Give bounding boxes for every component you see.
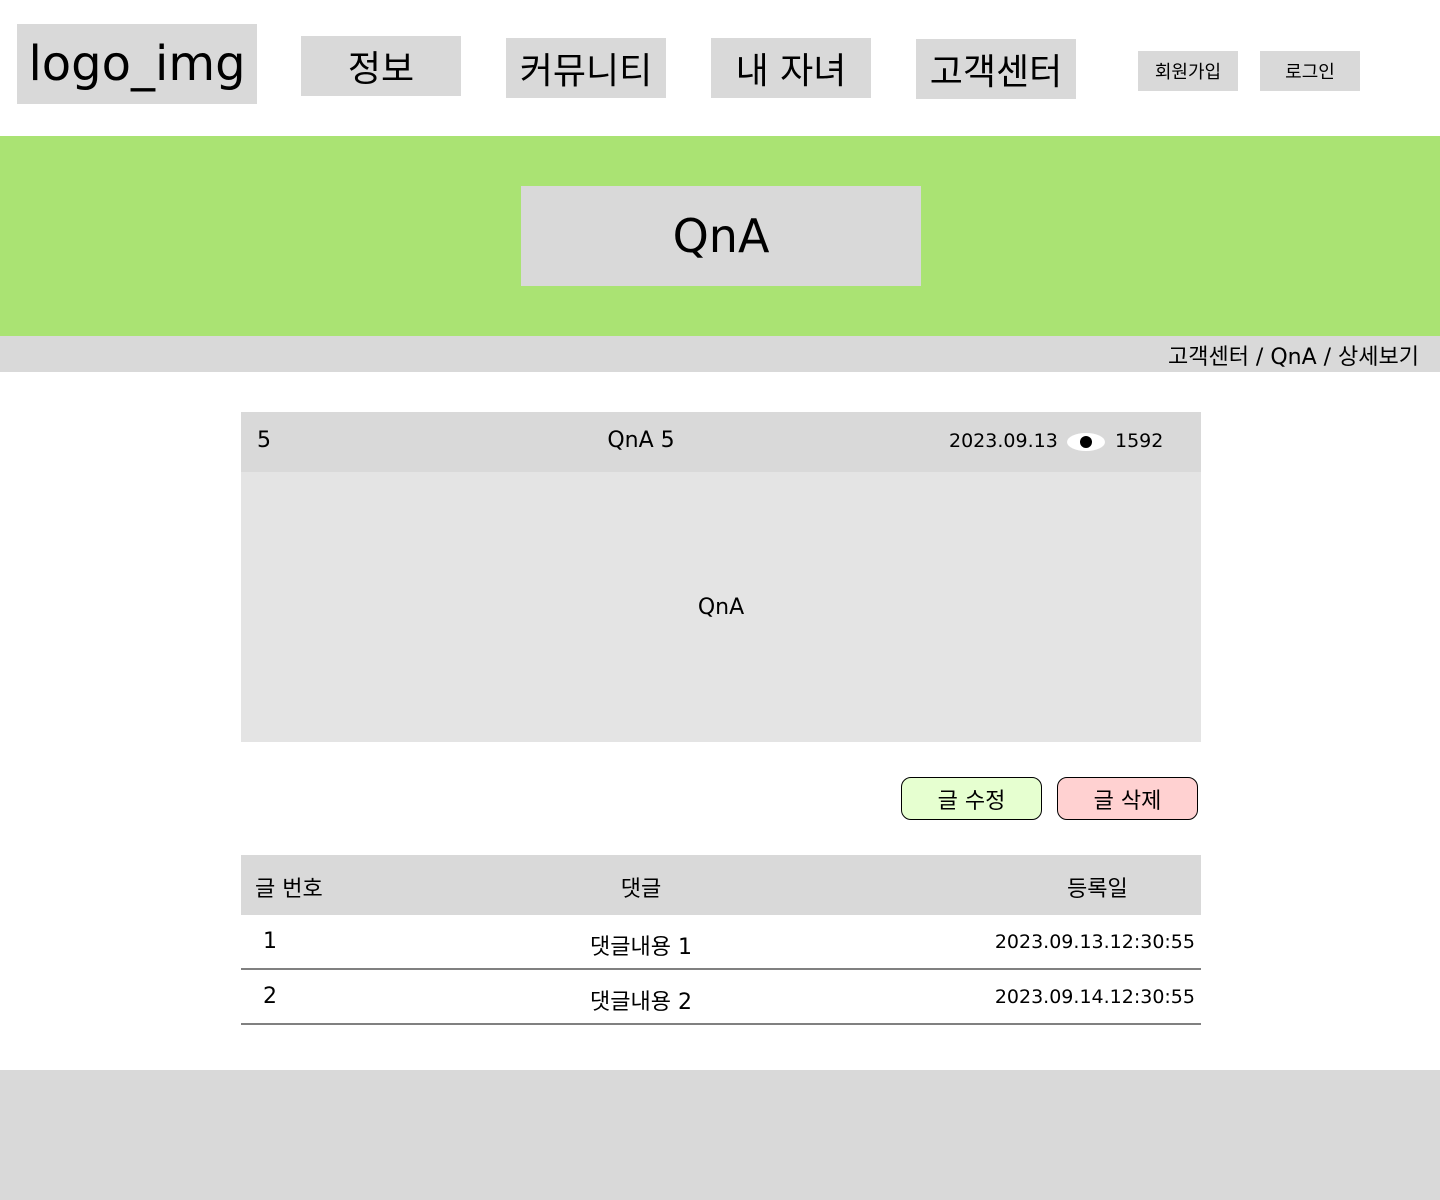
post-body: QnA [241, 472, 1201, 742]
nav-item-community[interactable]: 커뮤니티 [506, 38, 666, 98]
eye-icon [1067, 433, 1105, 451]
login-button[interactable]: 로그인 [1260, 51, 1360, 91]
comment-date: 2023.09.13.12:30:55 [994, 931, 1195, 953]
comment-text: 댓글내용 1 [590, 935, 692, 960]
comments-table-header: 글 번호 댓글 등록일 [241, 855, 1201, 915]
post-header: 5 QnA 5 2023.09.13 1592 [241, 412, 1201, 472]
hero-banner: QnA [0, 136, 1440, 336]
nav-item-info[interactable]: 정보 [301, 36, 461, 96]
column-header-comment: 댓글 [620, 877, 662, 902]
column-header-date: 등록일 [1067, 877, 1128, 902]
table-row: 1 댓글내용 1 2023.09.13.12:30:55 [241, 915, 1201, 970]
page-title: QnA [521, 186, 921, 286]
comment-date: 2023.09.14.12:30:55 [994, 986, 1195, 1008]
post-date: 2023.09.13 [949, 430, 1058, 452]
table-row: 2 댓글내용 2 2023.09.14.12:30:55 [241, 970, 1201, 1025]
post-views: 1592 [1115, 430, 1164, 452]
comment-text: 댓글내용 2 [590, 990, 692, 1015]
post-title: QnA 5 [607, 428, 675, 453]
logo[interactable]: logo_img [17, 24, 257, 104]
breadcrumb-bar: 고객센터 / QnA / 상세보기 [0, 336, 1440, 372]
edit-post-button[interactable]: 글 수정 [901, 777, 1042, 820]
delete-post-button[interactable]: 글 삭제 [1057, 777, 1198, 820]
nav-item-customer-center[interactable]: 고객센터 [916, 39, 1076, 99]
nav-item-my-children[interactable]: 내 자녀 [711, 38, 871, 98]
signup-button[interactable]: 회원가입 [1138, 51, 1238, 91]
post-content: QnA [697, 594, 745, 620]
footer [0, 1070, 1440, 1200]
breadcrumb: 고객센터 / QnA / 상세보기 [1167, 345, 1419, 370]
